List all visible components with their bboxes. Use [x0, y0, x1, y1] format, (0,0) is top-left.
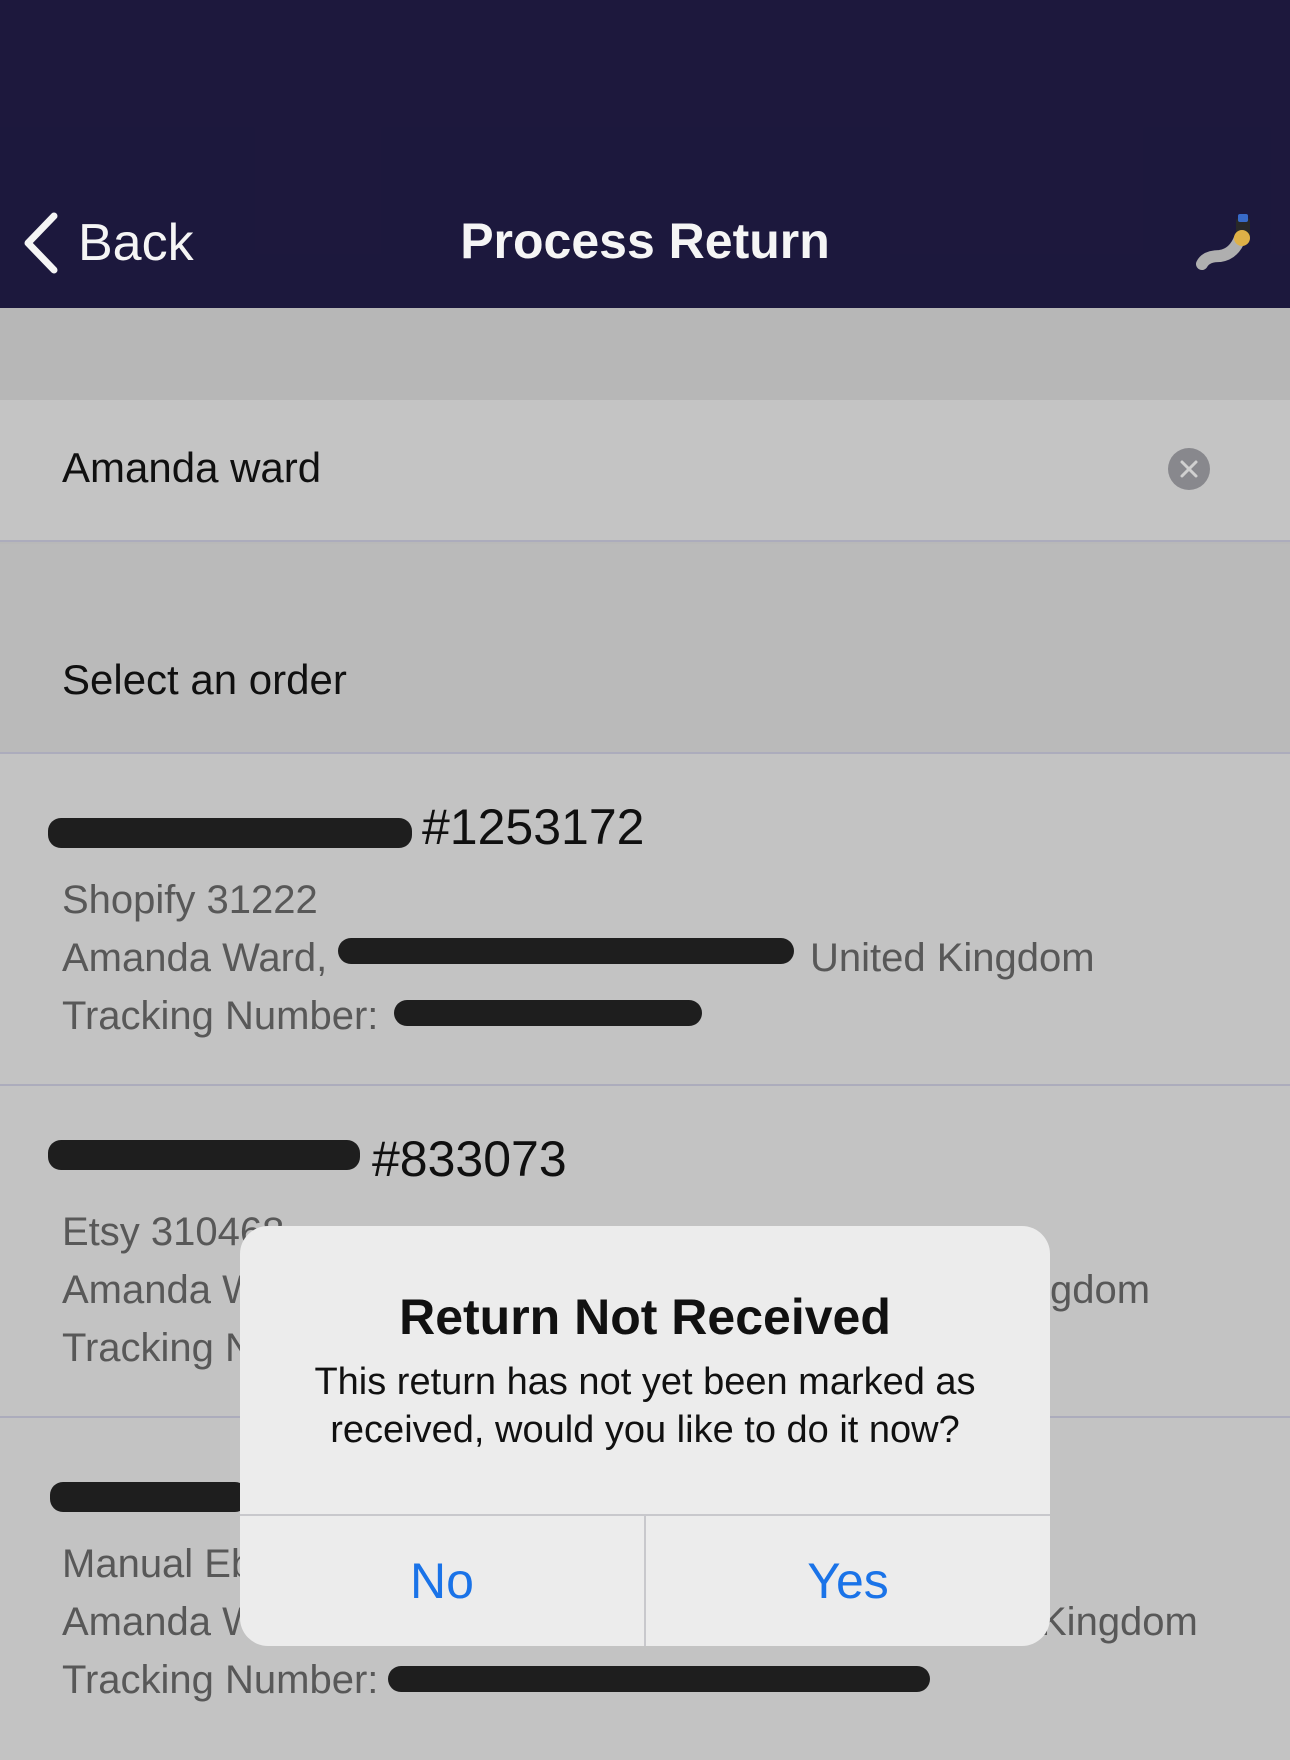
dialog-message: This return has not yet been marked as r…	[314, 1361, 976, 1451]
no-button[interactable]: No	[240, 1516, 644, 1646]
dialog-title: Return Not Received	[399, 1289, 891, 1345]
yes-button[interactable]: Yes	[646, 1516, 1050, 1646]
return-not-received-dialog: Return Not Received This return has not …	[240, 1226, 1050, 1646]
